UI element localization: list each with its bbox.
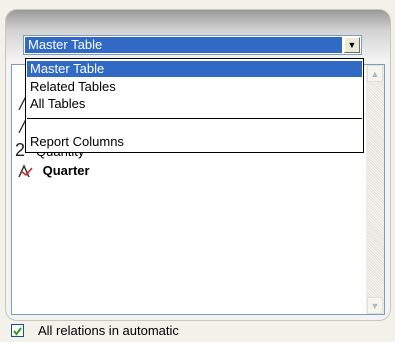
combobox-selected-value: Master Table [25, 37, 342, 53]
measure-axis-icon [18, 163, 34, 179]
list-item-quarter[interactable]: Quarter [18, 161, 90, 179]
chevron-down-icon[interactable]: ▼ [344, 37, 360, 53]
dropdown-option-report-columns[interactable]: Report Columns [27, 134, 362, 150]
scroll-down-arrow-icon[interactable]: ▼ [367, 297, 383, 314]
dropdown-option-master-table[interactable]: Master Table [27, 61, 362, 77]
table-selector-dropdown: Master Table Related Tables All Tables R… [25, 58, 364, 153]
auto-relations-checkbox[interactable] [11, 324, 24, 337]
hidden-row-icon: 2 [15, 140, 26, 160]
list-item-label: Quarter [42, 162, 90, 178]
dropdown-option-related-tables[interactable]: Related Tables [27, 79, 362, 95]
scroll-up-arrow-icon[interactable]: ▲ [367, 65, 383, 82]
dropdown-option-all-tables[interactable]: All Tables [27, 96, 362, 112]
auto-relations-label: All relations in automatic [38, 323, 179, 338]
vertical-scrollbar[interactable]: ▲ ▼ [366, 65, 384, 314]
dropdown-separator [27, 118, 362, 119]
table-selector-combobox[interactable]: Master Table ▼ [23, 35, 362, 55]
checkmark-icon [13, 327, 22, 336]
